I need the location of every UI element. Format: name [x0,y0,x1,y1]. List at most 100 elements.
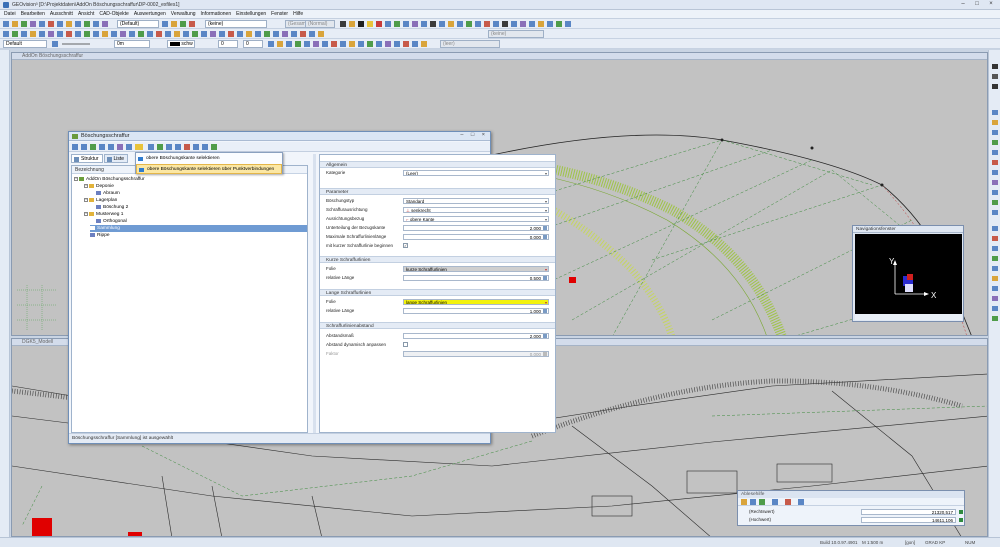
toolbar-row-2: (keine) [0,29,1000,39]
tree-expander[interactable]: − [84,183,88,188]
boeschungstyp-select[interactable]: Standard ▾ [403,198,549,204]
menu-hilfe[interactable]: Hilfe [293,10,303,18]
status-unit[interactable]: [gon] [905,540,915,545]
copy-icon[interactable] [959,510,963,514]
tree-item-boeschung-2[interactable]: Böschung 2 [96,204,128,211]
menu-auswertungen[interactable]: Auswertungen [134,10,166,18]
right-toolbar-icons[interactable] [989,50,1000,330]
dialog-status: Böschungsschraffur [Sammlung] ist ausgew… [69,433,490,443]
coordinates-toolbar-icons[interactable] [738,498,818,506]
extra-field[interactable]: 0 [243,40,263,48]
menu-informationen[interactable]: Informationen [201,10,232,18]
tree-item-rippe[interactable]: Rippe [90,232,110,239]
tree-expander[interactable]: − [84,211,88,216]
dialog-toolbar [69,142,490,152]
menu-ansicht[interactable]: Ansicht [78,10,94,18]
tree-item-label: Deponie [96,184,114,189]
color-combo[interactable]: schw [167,40,195,48]
rechtswert-value[interactable]: 21320,517 [861,509,956,515]
menu-ausschnitt[interactable]: Ausschnitt [50,10,73,18]
section-abstand[interactable]: Schraffurlinienabstand [320,322,555,329]
toolbar-icons-3[interactable] [268,40,438,48]
toolbar-icons-2[interactable] [3,30,383,38]
close-button[interactable]: × [984,0,998,9]
row-lange-laenge: relative Länge 1,000 [320,307,555,315]
row-abstandsmass: Abstandsmaß 2,000 [320,332,555,340]
structure-tree[interactable]: Bezeichnung − AddOn Böschungsschraffur − D… [71,165,308,433]
combo-keine[interactable]: (keine) [205,20,267,28]
tree-item-lagerplan[interactable]: − Lagerplan [84,197,117,204]
section-allgemein[interactable]: Allgemein [320,161,555,168]
menu-bearbeiten[interactable]: Bearbeiten [21,10,45,18]
minimize-button[interactable]: – [956,0,970,9]
tree-item-orthogonal[interactable]: Orthogonal [96,218,127,225]
tree-expander[interactable]: − [84,197,88,202]
kategorie-select[interactable]: (Leer) ▾ [403,170,549,176]
section-lange[interactable]: Lange Schraffurlinien [320,289,555,296]
faktor-input[interactable]: 0,000 [403,351,549,357]
status-scale[interactable]: M 1:500 m [862,540,883,545]
popup-item-select-edge[interactable]: obere Böschungskante selektieren [136,154,282,164]
popup-item-select-edge-points[interactable]: obere Böschungskante selektieren über Pu… [136,164,282,174]
navigation-scrollbar[interactable] [855,314,962,320]
section-kurze[interactable]: Kurze Schraffurlinien [320,256,555,263]
menu-verwaltung[interactable]: Verwaltung [171,10,196,18]
row-mitkurzer: mit kurzer Schraffurlinie beginnen ✓ [320,242,555,250]
line-width-combo[interactable]: 0m [114,40,150,48]
section-parameter[interactable]: Parameter [320,188,555,195]
maximize-button[interactable]: □ [970,0,984,9]
combo-keine2[interactable]: (keine) [488,30,544,38]
row-kurze-laenge: relative Länge 0,500 [320,274,555,282]
combo-default[interactable]: (Default) [117,20,159,28]
unterteilung-input[interactable]: 2,000 [403,225,549,231]
toolbar-icons-1b[interactable] [162,20,202,28]
ausrichtungsbezug-select[interactable]: ⌐ obere Kante ▾ [403,216,549,222]
toolbar-row-1: (Default) (keine) (Gesamt) (Normal) [0,19,1000,29]
line-style-preview[interactable] [52,40,92,48]
rotation-field[interactable]: 0 [218,40,238,48]
combo-leer[interactable]: (leer) [440,40,500,48]
maximale-input[interactable]: 0,000 [403,234,549,240]
dynamisch-checkbox[interactable] [403,342,408,347]
toolbar-icons-1c[interactable] [340,20,580,28]
dialog-titlebar[interactable]: Böschungsschraffur – □ × [69,132,490,141]
mitkurzer-checkbox[interactable]: ✓ [403,243,408,248]
tab-struktur[interactable]: Struktur [71,154,103,163]
calculator-icon[interactable] [543,276,547,280]
menu-cad-objekte[interactable]: CAD-Objekte [99,10,128,18]
navigation-canvas[interactable]: Y X [855,234,962,314]
kurze-laenge-input[interactable]: 0,500 [403,275,549,281]
kurze-folie-select[interactable]: kurze Schraffurlinien ▾ [403,266,549,272]
left-toolbar[interactable] [0,50,10,537]
combo-normal[interactable]: (Normal) [305,20,335,28]
menu-datei[interactable]: Datei [4,10,16,18]
calculator-icon[interactable] [543,334,547,338]
panel-splitter[interactable] [313,154,316,433]
tree-item-deponie[interactable]: − Deponie [84,183,114,190]
tree-item-abraum[interactable]: Abraum [96,190,120,197]
schraffurausrichtung-select[interactable]: ⊥ senkrecht ▾ [403,207,549,213]
style-combo[interactable]: Default [3,40,47,48]
lange-laenge-input[interactable]: 1,000 [403,308,549,314]
right-toolbar[interactable] [988,50,1000,537]
dialog-window-controls[interactable]: – □ × [460,132,488,138]
tab-liste[interactable]: Liste [103,154,129,163]
tree-item-sammlung[interactable]: Sammlung [90,225,307,232]
menu-einstellungen[interactable]: Einstellungen [236,10,266,18]
tree-item-addon[interactable]: − AddOn Böschungsschraffur [74,176,145,183]
dialog-toolbar-icons[interactable] [72,143,222,151]
lange-folie-select[interactable]: lange Schraffurlinien ▾ [403,299,549,305]
abstandsmass-input[interactable]: 2,000 [403,333,549,339]
calculator-icon[interactable] [543,309,547,313]
menu-fenster[interactable]: Fenster [271,10,288,18]
status-num: NUM [965,540,976,545]
tree-item-label: Musterweg 1 [96,212,124,217]
copy-icon[interactable] [959,518,963,522]
status-snap[interactable]: GRAD KP [925,540,945,545]
tree-expander[interactable]: − [74,176,78,181]
hochwert-value[interactable]: 14611,106 [861,517,956,523]
calculator-icon[interactable] [543,226,547,230]
calculator-icon[interactable] [543,235,547,239]
tree-item-musterweg-1[interactable]: − Musterweg 1 [84,211,123,218]
toolbar-icons-1[interactable] [3,20,113,28]
